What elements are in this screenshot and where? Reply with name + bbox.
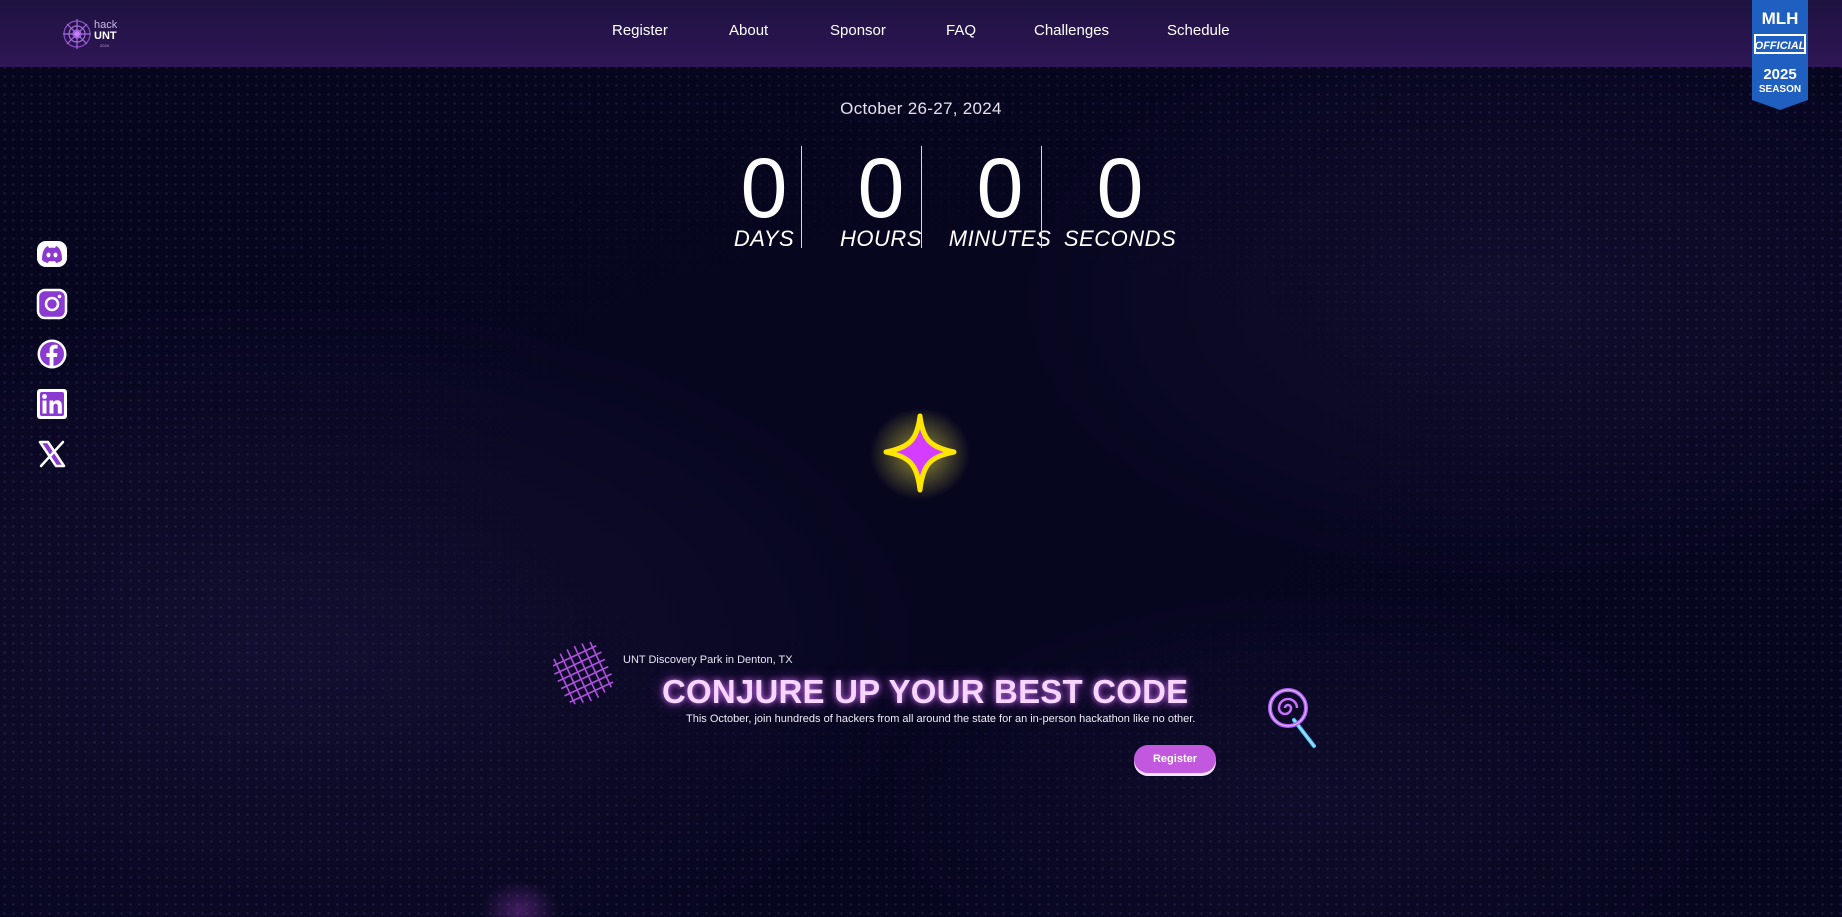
countdown-seconds: 0 SECONDS — [1062, 146, 1178, 250]
countdown-seconds-label: SECONDS — [1063, 226, 1177, 251]
nav-link-sponsor[interactable]: Sponsor — [830, 22, 886, 39]
mlh-badge-middle-text: OFFICIAL — [1755, 40, 1806, 52]
event-date: October 26-27, 2024 — [840, 99, 1002, 118]
countdown-seconds-value: 0 — [1096, 141, 1144, 235]
event-location: UNT Discovery Park in Denton, TX — [623, 654, 793, 666]
net-grid-icon — [552, 640, 614, 708]
nav-link-about[interactable]: About — [729, 22, 768, 39]
decorative-glow — [480, 880, 560, 917]
mlh-official-badge[interactable]: MLH OFFICIAL 2025 SEASON — [1750, 0, 1810, 110]
top-navbar: hack UNT 2024 Register About Sponsor FAQ… — [0, 0, 1842, 67]
countdown-timer: 0 DAYS 0 HOURS 0 MINUTES 0 SECONDS — [706, 146, 1176, 250]
nav-link-register[interactable]: Register — [612, 22, 668, 39]
countdown-days: 0 DAYS — [706, 146, 822, 250]
sparkle-star-icon — [868, 406, 972, 502]
mlh-badge-bottom-text: SEASON — [1759, 84, 1801, 95]
linkedin-icon[interactable] — [36, 388, 68, 420]
hero-headline: CONJURE UP YOUR BEST CODE — [662, 673, 1189, 710]
nav-link-schedule[interactable]: Schedule — [1167, 22, 1230, 39]
countdown-divider — [921, 146, 922, 248]
logo-year: 2024 — [100, 43, 109, 48]
facebook-icon[interactable] — [36, 338, 68, 370]
logo-text-unt: UNT — [94, 30, 117, 42]
countdown-divider — [1041, 146, 1042, 248]
lollipop-icon — [1264, 684, 1322, 752]
nav-link-challenges[interactable]: Challenges — [1034, 22, 1109, 39]
mlh-badge-top-text: MLH — [1762, 9, 1799, 28]
mlh-badge-year-text: 2025 — [1763, 66, 1796, 83]
countdown-days-label: DAYS — [733, 226, 795, 251]
hero-subtext: This October, join hundreds of hackers f… — [686, 713, 1196, 725]
register-button[interactable]: Register — [1134, 745, 1216, 773]
instagram-icon[interactable] — [36, 288, 68, 320]
hackunt-logo[interactable]: hack UNT 2024 — [62, 17, 122, 51]
logo-spider-web-icon — [63, 19, 91, 49]
countdown-divider — [801, 146, 802, 248]
countdown-days-value: 0 — [740, 141, 788, 235]
page: hack UNT 2024 Register About Sponsor FAQ… — [0, 0, 1842, 917]
discord-icon[interactable] — [36, 238, 68, 270]
nav-link-faq[interactable]: FAQ — [946, 22, 976, 39]
mlh-badge-text: MLH OFFICIAL 2025 SEASON — [1755, 9, 1806, 95]
x-icon[interactable] — [36, 438, 68, 470]
